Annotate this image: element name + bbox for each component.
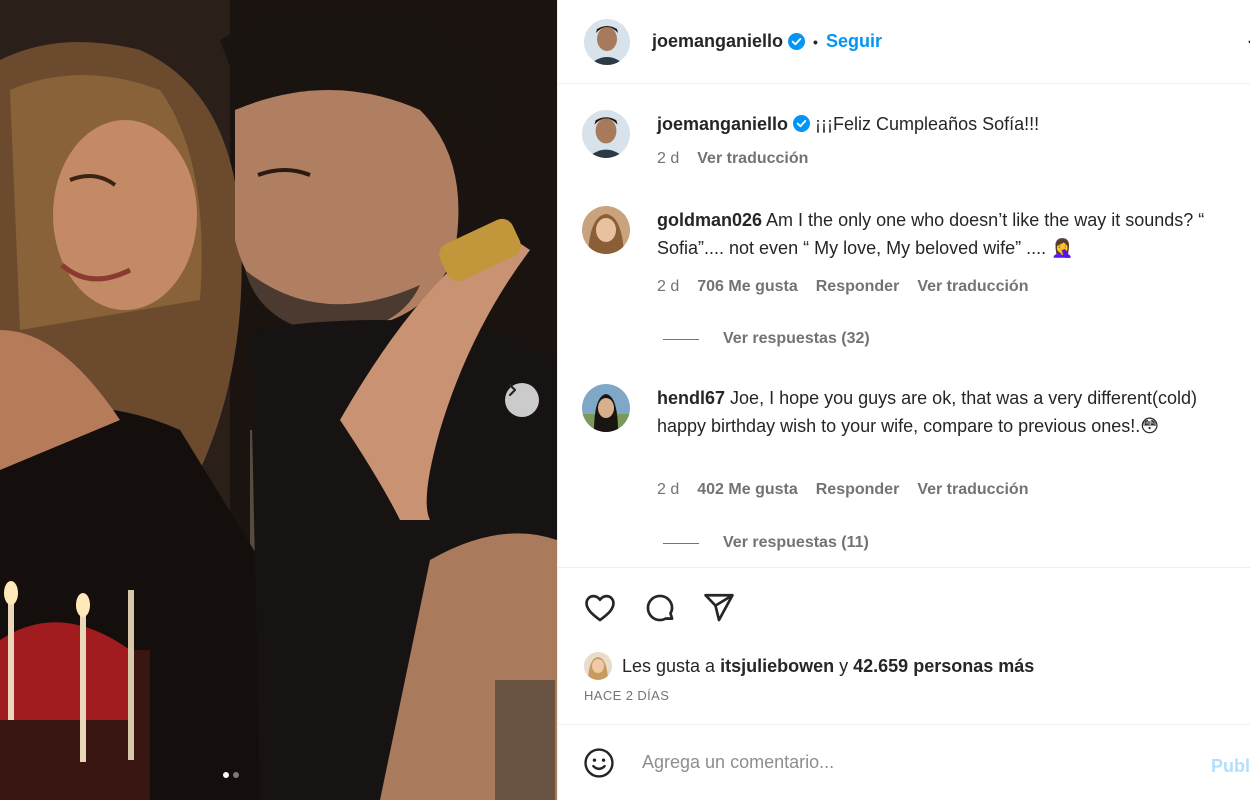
post-photo xyxy=(0,0,557,800)
publish-button[interactable]: Publi xyxy=(1211,756,1250,777)
emoji-icon[interactable] xyxy=(582,746,616,780)
comment-time[interactable]: 2 d xyxy=(657,278,679,296)
comment-body: Joe, I hope you guys are ok, that was a … xyxy=(657,388,1197,436)
replies-divider xyxy=(663,338,699,340)
comment-time[interactable]: 2 d xyxy=(657,481,679,499)
add-comment-bar: Publi xyxy=(558,724,1250,800)
likes-others[interactable]: 42.659 personas más xyxy=(853,656,1034,677)
heart-icon[interactable] xyxy=(582,591,618,625)
comment-author[interactable]: hendl67 xyxy=(657,388,725,408)
comment-input[interactable] xyxy=(642,752,1162,773)
comment-text: hendl67 Joe, I hope you guys are ok, tha… xyxy=(657,384,1227,440)
reply-button[interactable]: Responder xyxy=(816,278,900,296)
comment: hendl67 Joe, I hope you guys are ok, tha… xyxy=(582,384,1227,440)
caption-meta: 2 d Ver traducción xyxy=(657,150,808,168)
action-bar xyxy=(558,567,1250,647)
comment-meta: 2 d 402 Me gusta Responder Ver traducció… xyxy=(657,481,1028,499)
view-replies-label: Ver respuestas (32) xyxy=(723,330,870,347)
comment-likes[interactable]: 706 Me gusta xyxy=(697,278,797,296)
carousel-dots xyxy=(223,772,239,778)
verified-icon xyxy=(793,115,811,132)
avatar[interactable] xyxy=(582,206,630,254)
comment-meta: 2 d 706 Me gusta Responder Ver traducció… xyxy=(657,278,1028,296)
caption-time[interactable]: 2 d xyxy=(657,150,679,168)
caption-body: ¡¡¡Feliz Cumpleaños Sofía!!! xyxy=(815,114,1040,134)
comment: goldman026 Am I the only one who doesn’t… xyxy=(582,206,1227,262)
likes-user[interactable]: itsjuliebowen xyxy=(720,656,834,677)
avatar[interactable] xyxy=(582,384,630,432)
photo-illustration xyxy=(0,0,557,800)
follow-button[interactable]: Seguir xyxy=(826,31,882,52)
carousel-dot[interactable] xyxy=(233,772,239,778)
comment-likes[interactable]: 402 Me gusta xyxy=(697,481,797,499)
reply-button[interactable]: Responder xyxy=(816,481,900,499)
view-replies-button[interactable]: Ver respuestas (11) xyxy=(663,534,869,552)
likes-connector: y xyxy=(839,655,849,676)
view-replies-label: Ver respuestas (11) xyxy=(723,534,869,551)
replies-divider xyxy=(663,542,699,544)
avatar-image xyxy=(582,384,630,432)
post-date[interactable]: HACE 2 DÍAS xyxy=(584,688,669,703)
avatar-image xyxy=(584,652,612,680)
avatar-image xyxy=(582,206,630,254)
avatar[interactable] xyxy=(584,652,612,680)
comment-author[interactable]: goldman026 xyxy=(657,210,762,230)
chevron-right-icon xyxy=(508,383,517,397)
post-side-panel: joemanganiello • Seguir · joemanganiello… xyxy=(557,0,1250,800)
carousel-dot[interactable] xyxy=(223,772,229,778)
carousel-next-button[interactable] xyxy=(505,383,539,417)
likes-prefix: Les gusta a xyxy=(622,655,716,676)
translate-button[interactable]: Ver traducción xyxy=(697,150,808,168)
view-replies-button[interactable]: Ver respuestas (32) xyxy=(663,330,870,348)
caption-author[interactable]: joemanganiello xyxy=(657,114,788,134)
comments-list[interactable]: joemanganiello ¡¡¡Feliz Cumpleaños Sofía… xyxy=(558,84,1250,567)
verified-icon xyxy=(788,33,806,50)
avatar-image xyxy=(584,18,630,65)
comment-text: goldman026 Am I the only one who doesn’t… xyxy=(657,206,1227,262)
post-header: joemanganiello • Seguir · xyxy=(558,0,1250,84)
author-username[interactable]: joemanganiello xyxy=(652,31,783,52)
share-icon[interactable] xyxy=(701,591,737,625)
avatar-image xyxy=(582,110,630,158)
likes-summary[interactable]: Les gusta a itsjuliebowen y 42.659 perso… xyxy=(584,652,1034,680)
translate-button[interactable]: Ver traducción xyxy=(917,481,1028,499)
header-separator: • xyxy=(813,33,818,50)
comment-icon[interactable] xyxy=(642,591,678,625)
translate-button[interactable]: Ver traducción xyxy=(917,278,1028,296)
avatar[interactable] xyxy=(584,18,630,65)
avatar[interactable] xyxy=(582,110,630,158)
